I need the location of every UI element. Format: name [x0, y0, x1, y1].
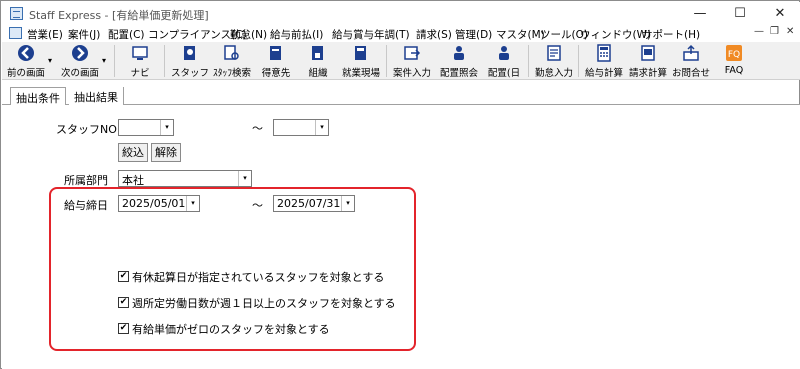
tab-extract-results[interactable]: 抽出結果	[69, 87, 124, 105]
menu-attendance[interactable]: 勤怠(N)	[230, 27, 267, 42]
clear-button[interactable]: 解除	[151, 143, 181, 162]
menu-advance-pay[interactable]: 給与前払(I)	[270, 27, 323, 42]
forward-label: 次の画面	[60, 68, 99, 79]
payroll-calc-button[interactable]: 給与計算	[584, 42, 624, 80]
range-separator: ～	[252, 122, 263, 135]
staff-search-icon	[224, 45, 239, 60]
billing-calc-button[interactable]: 請求計算	[628, 42, 668, 80]
app-icon	[10, 7, 23, 20]
inquiry-label: お問合せ	[671, 68, 710, 79]
worksite-icon	[355, 46, 366, 60]
client-icon	[270, 46, 281, 60]
menu-admin[interactable]: 管理(D)	[455, 27, 492, 42]
staff-no-label: スタッフNO	[56, 123, 117, 136]
menu-master[interactable]: マスタ(M)	[496, 27, 545, 42]
organization-icon	[312, 46, 323, 60]
assignment-daily-label: 配置(日	[487, 68, 521, 79]
staff-search-button[interactable]: ｽﾀｯﾌ検索	[212, 42, 252, 80]
faq-icon: FQ	[726, 45, 742, 61]
toolbar-separator	[114, 45, 115, 77]
tab-extract-conditions[interactable]: 抽出条件	[10, 87, 66, 106]
back-arrow-icon	[18, 45, 34, 61]
maximize-button[interactable]: ☐	[720, 2, 760, 25]
navi-label: ナビ	[130, 68, 150, 79]
chevron-down-icon[interactable]: ▾	[238, 171, 251, 186]
department-label: 所属部門	[64, 174, 108, 187]
client-label: 得意先	[261, 68, 291, 79]
chevron-down-icon[interactable]: ▾	[160, 120, 173, 135]
tab-strip: 抽出条件 抽出結果	[2, 87, 800, 106]
worksite-button[interactable]: 就業現場	[340, 42, 382, 80]
staff-no-to-select[interactable]: ▾	[273, 119, 329, 136]
mdi-minimize-button[interactable]: —	[754, 26, 764, 37]
attendance-entry-button[interactable]: 勤怠入力	[534, 42, 574, 80]
billing-icon	[641, 45, 655, 61]
assignment-inquiry-button[interactable]: 配置照会	[438, 42, 480, 80]
faq-label: FAQ	[724, 65, 744, 76]
menu-assign[interactable]: 配置(C)	[108, 27, 145, 42]
toolbar: ▾ 前の画面 ▾ 次の画面 ナビ スタッフ ｽﾀｯﾌ検索 得意先 組織 就業現場…	[2, 42, 800, 80]
organization-button[interactable]: 組織	[300, 42, 336, 80]
staff-card-icon	[184, 46, 195, 60]
menu-payroll[interactable]: 給与賞与年調(T)	[332, 27, 410, 42]
close-button[interactable]: ✕	[760, 2, 800, 25]
document-icon[interactable]	[9, 27, 22, 39]
client-button[interactable]: 得意先	[258, 42, 294, 80]
project-entry-label: 案件入力	[392, 68, 431, 79]
attendance-icon	[547, 45, 561, 61]
svg-text:FQ: FQ	[728, 50, 740, 60]
staff-no-from-select[interactable]: ▾	[118, 119, 174, 136]
attendance-entry-label: 勤怠入力	[534, 68, 573, 79]
app-window: Staff Express - [有給単価更新処理] — ☐ ✕ 営業(E) 案…	[0, 0, 800, 369]
filter-button[interactable]: 絞込	[118, 143, 148, 162]
people-icon	[454, 46, 464, 60]
back-label: 前の画面	[6, 68, 45, 79]
window-title: Staff Express - [有給単価更新処理]	[29, 9, 209, 22]
inquiry-button[interactable]: お問合せ	[672, 42, 710, 80]
minimize-button[interactable]: —	[680, 2, 720, 25]
department-select[interactable]: 本社 ▾	[118, 170, 252, 187]
navi-button[interactable]: ナビ	[122, 42, 158, 80]
menu-bar: 営業(E) 案件(J) 配置(C) コンプライアンス(C) 勤怠(N) 給与前払…	[2, 25, 800, 42]
people-icon	[499, 46, 509, 60]
toolbar-separator	[164, 45, 165, 77]
mdi-restore-button[interactable]: ❐	[770, 26, 779, 37]
staff-button[interactable]: スタッフ	[171, 42, 209, 80]
menu-sales[interactable]: 営業(E)	[27, 27, 63, 42]
menu-billing[interactable]: 請求(S)	[416, 27, 452, 42]
forward-arrow-icon	[72, 45, 88, 61]
menu-support[interactable]: サポート(H)	[642, 27, 700, 42]
title-bar: Staff Express - [有給単価更新処理] — ☐ ✕	[2, 2, 800, 25]
monitor-icon	[132, 46, 148, 60]
back-button[interactable]: ▾ 前の画面	[4, 42, 52, 80]
project-entry-icon	[404, 46, 421, 60]
menu-window[interactable]: ウィンドウ(W)	[580, 27, 651, 42]
project-entry-button[interactable]: 案件入力	[392, 42, 432, 80]
mdi-close-button[interactable]: ✕	[786, 26, 794, 37]
chevron-down-icon[interactable]: ▾	[48, 56, 52, 65]
calculator-icon	[597, 44, 611, 62]
menu-project[interactable]: 案件(J)	[68, 27, 100, 42]
worksite-label: 就業現場	[341, 68, 380, 79]
chevron-down-icon[interactable]: ▾	[102, 56, 106, 65]
staff-search-label: ｽﾀｯﾌ検索	[212, 68, 251, 79]
chevron-down-icon[interactable]: ▾	[315, 120, 328, 135]
assignment-daily-button[interactable]: 配置(日	[484, 42, 524, 80]
highlight-box	[49, 187, 416, 351]
faq-button[interactable]: FQ FAQ	[718, 42, 750, 80]
forward-button[interactable]: ▾ 次の画面	[56, 42, 106, 80]
inbox-icon	[683, 44, 699, 61]
